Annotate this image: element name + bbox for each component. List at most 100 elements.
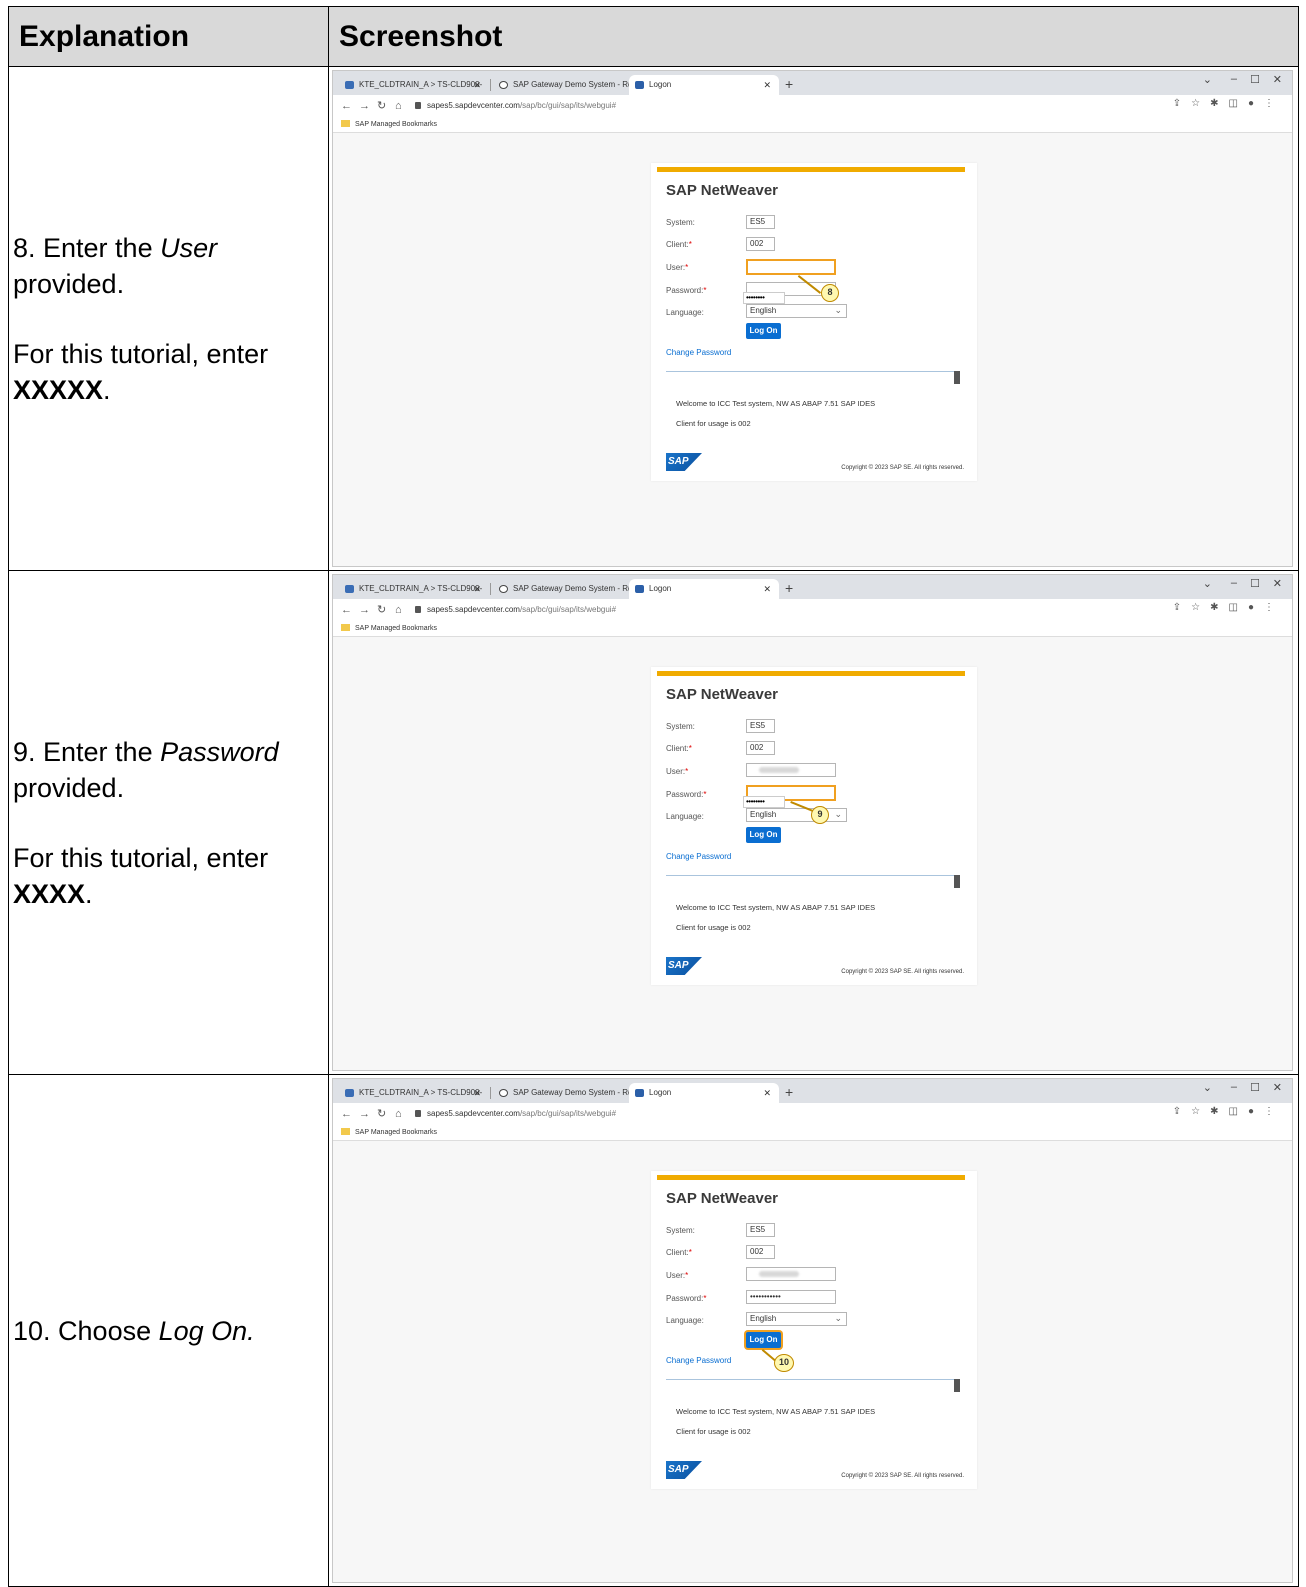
browser-window: KTE_CLDTRAIN_A > TS-CLD900- ✕ SAP Gateway… [332, 1078, 1293, 1583]
accent-bar [657, 671, 965, 676]
client-field[interactable]: 002 [746, 1245, 775, 1259]
password-autofill[interactable]: •••••••• [743, 796, 785, 808]
browser-tab[interactable]: KTE_CLDTRAIN_A > TS-CLD900- ✕ [339, 579, 489, 599]
toolbar-icons[interactable]: ⇪☆✱◫●⋮ [1173, 602, 1284, 613]
browser-tab[interactable]: KTE_CLDTRAIN_A > TS-CLD900- ✕ [339, 1083, 489, 1103]
system-field[interactable]: ES5 [746, 1223, 775, 1237]
browser-tab-active[interactable]: Logon ✕ [629, 579, 779, 599]
chevron-down-icon[interactable]: ⌄ [1203, 577, 1212, 590]
bookmark-folder[interactable]: SAP Managed Bookmarks [355, 625, 437, 632]
step-callout: 10 [774, 1354, 794, 1372]
chevron-down-icon[interactable]: ⌄ [1203, 1081, 1212, 1094]
back-icon[interactable]: ← [341, 98, 352, 114]
chevron-down-icon: ⌄ [834, 1313, 842, 1323]
minimize-icon[interactable]: – [1231, 577, 1237, 589]
close-window-icon[interactable]: ✕ [1273, 1081, 1282, 1094]
browser-tab[interactable]: SAP Gateway Demo System - Re✕ [493, 579, 643, 599]
toolbar-icons[interactable]: ⇪☆✱◫●⋮ [1173, 98, 1284, 109]
folder-icon [341, 624, 350, 631]
close-icon[interactable]: ✕ [473, 579, 481, 599]
close-icon[interactable]: ✕ [473, 75, 481, 95]
blurred-user-value [759, 1271, 799, 1277]
scroll-handle[interactable] [954, 875, 960, 888]
home-icon[interactable]: ⌂ [395, 602, 402, 618]
screenshot-cell: KTE_CLDTRAIN_A > TS-CLD900- ✕ SAP Gateway… [328, 570, 1299, 1075]
new-tab-button[interactable]: + [785, 579, 793, 597]
browser-tab-active[interactable]: Logon ✕ [629, 75, 779, 95]
close-icon[interactable]: ✕ [763, 579, 771, 599]
chevron-down-icon[interactable]: ⌄ [1203, 73, 1212, 86]
card-title: SAP NetWeaver [666, 1190, 779, 1207]
card-title: SAP NetWeaver [666, 686, 779, 703]
user-field[interactable] [746, 259, 836, 275]
header-screenshot: Screenshot [328, 6, 1299, 67]
language-select[interactable]: English ⌄ [746, 808, 847, 822]
reload-icon[interactable]: ↻ [377, 98, 386, 114]
globe-icon [499, 585, 508, 593]
step-row: 9. Enter the Password provided. For this … [8, 570, 1299, 1075]
sap-logo: SAP [666, 957, 702, 975]
logon-button[interactable]: Log On [746, 827, 781, 843]
forward-icon[interactable]: → [359, 602, 370, 618]
scroll-handle[interactable] [954, 1379, 960, 1392]
scroll-handle[interactable] [954, 371, 960, 384]
logon-button[interactable]: Log On [746, 1332, 781, 1348]
user-field[interactable] [746, 1267, 836, 1281]
browser-tab[interactable]: SAP Gateway Demo System - Re✕ [493, 1083, 643, 1103]
new-tab-button[interactable]: + [785, 75, 793, 93]
cloud-icon [345, 585, 354, 593]
client-label: Client:* [666, 744, 692, 753]
new-tab-button[interactable]: + [785, 1083, 793, 1101]
maximize-icon[interactable]: ☐ [1250, 577, 1260, 590]
back-icon[interactable]: ← [341, 1106, 352, 1122]
lock-icon [415, 606, 421, 613]
browser-tab-active[interactable]: Logon ✕ [629, 1083, 779, 1103]
password-field[interactable]: ••••••••••• [746, 1290, 836, 1304]
maximize-icon[interactable]: ☐ [1250, 73, 1260, 86]
system-field[interactable]: ES5 [746, 215, 775, 229]
welcome-message: Welcome to ICC Test system, NW AS ABAP 7… [676, 903, 876, 912]
browser-tab[interactable]: SAP Gateway Demo System - Re✕ [493, 75, 643, 95]
change-password-link[interactable]: Change Password [666, 852, 731, 861]
browser-window: KTE_CLDTRAIN_A > TS-CLD900- ✕ SAP Gateway… [332, 70, 1293, 567]
address-bar[interactable]: sapes5.sapdevcenter.com/sap/bc/gui/sap/i… [415, 602, 1195, 618]
browser-tab[interactable]: KTE_CLDTRAIN_A > TS-CLD900- ✕ [339, 75, 489, 95]
client-field[interactable]: 002 [746, 741, 775, 755]
address-bar[interactable]: sapes5.sapdevcenter.com/sap/bc/gui/sap/i… [415, 1106, 1195, 1122]
forward-icon[interactable]: → [359, 98, 370, 114]
address-bar[interactable]: sapes5.sapdevcenter.com/sap/bc/gui/sap/i… [415, 98, 1195, 114]
close-icon[interactable]: ✕ [763, 75, 771, 95]
cloud-icon [345, 1089, 354, 1097]
reload-icon[interactable]: ↻ [377, 602, 386, 618]
bookmark-folder[interactable]: SAP Managed Bookmarks [355, 121, 437, 128]
minimize-icon[interactable]: – [1231, 73, 1237, 85]
toolbar-icons[interactable]: ⇪☆✱◫●⋮ [1173, 1106, 1284, 1117]
password-autofill[interactable]: •••••••• [743, 292, 785, 304]
browser-toolbar: ← → ↻ ⌂ sapes5.sapdevcenter.com/sap/bc/g… [333, 1103, 1292, 1125]
change-password-link[interactable]: Change Password [666, 1356, 731, 1365]
language-select[interactable]: English ⌄ [746, 1312, 847, 1326]
bookmark-folder[interactable]: SAP Managed Bookmarks [355, 1129, 437, 1136]
close-window-icon[interactable]: ✕ [1273, 73, 1282, 86]
close-icon[interactable]: ✕ [473, 1083, 481, 1103]
home-icon[interactable]: ⌂ [395, 98, 402, 114]
language-label: Language: [666, 1316, 704, 1325]
password-label: Password:* [666, 1294, 707, 1303]
change-password-link[interactable]: Change Password [666, 348, 731, 357]
forward-icon[interactable]: → [359, 1106, 370, 1122]
user-field[interactable] [746, 763, 836, 777]
system-field[interactable]: ES5 [746, 719, 775, 733]
reload-icon[interactable]: ↻ [377, 1106, 386, 1122]
home-icon[interactable]: ⌂ [395, 1106, 402, 1122]
folder-icon [341, 120, 350, 127]
divider [666, 875, 959, 876]
maximize-icon[interactable]: ☐ [1250, 1081, 1260, 1094]
back-icon[interactable]: ← [341, 602, 352, 618]
close-icon[interactable]: ✕ [763, 1083, 771, 1103]
language-select[interactable]: English ⌄ [746, 304, 847, 318]
minimize-icon[interactable]: – [1231, 1081, 1237, 1093]
client-field[interactable]: 002 [746, 237, 775, 251]
close-window-icon[interactable]: ✕ [1273, 577, 1282, 590]
table-header-row: Explanation Screenshot [8, 6, 1299, 67]
logon-button[interactable]: Log On [746, 323, 781, 339]
